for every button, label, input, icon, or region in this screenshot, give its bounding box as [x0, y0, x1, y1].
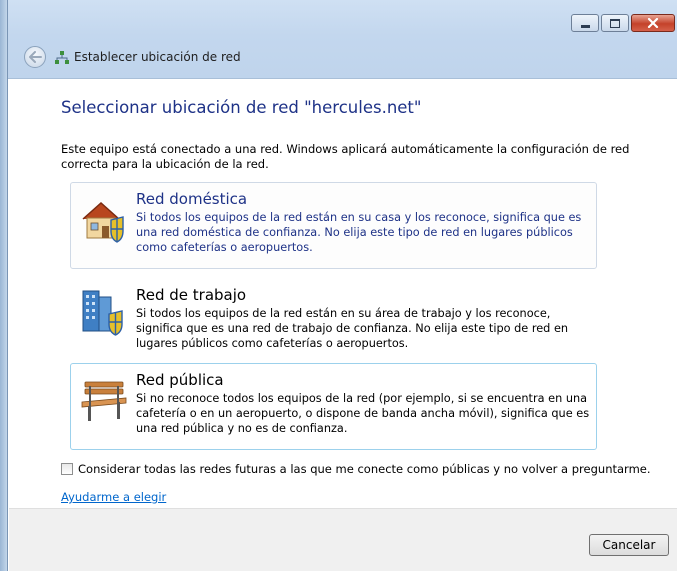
dialog-footer: Cancelar	[9, 508, 677, 571]
option-title: Red doméstica	[136, 190, 248, 208]
main-content: Seleccionar ubicación de red "hercules.n…	[9, 79, 677, 509]
page-title: Seleccionar ubicación de red "hercules.n…	[61, 98, 422, 117]
minimize-icon	[580, 24, 590, 28]
title-bar: Establecer ubicación de red	[8, 0, 677, 79]
dialog-window: Establecer ubicación de red Seleccionar …	[0, 0, 677, 571]
option-description: Si todos los equipos de la red están en …	[136, 211, 582, 254]
option-work-network[interactable]: Red de trabajo Si todos los equipos de l…	[70, 278, 597, 360]
treat-future-networks-public-checkbox[interactable]	[61, 463, 73, 475]
option-home-network[interactable]: Red doméstica Si todos los equipos de la…	[70, 182, 597, 269]
option-description: Si no reconoce todos los equipos de la r…	[136, 392, 590, 435]
option-title: Red pública	[136, 371, 224, 389]
caption-buttons	[569, 14, 675, 32]
home-network-icon	[82, 201, 124, 243]
back-button[interactable]	[24, 46, 46, 68]
public-networks-option: Considerar todas las redes futuras a las…	[61, 462, 651, 476]
work-network-icon	[82, 290, 123, 336]
window-title: Establecer ubicación de red	[74, 50, 241, 64]
checkbox-label[interactable]: Considerar todas las redes futuras a las…	[78, 462, 651, 476]
close-icon	[647, 18, 659, 28]
window-frame-left	[0, 0, 8, 571]
back-arrow-icon	[29, 51, 42, 63]
option-description: Si todos los equipos de la red están en …	[136, 307, 569, 350]
cancel-button[interactable]: Cancelar	[589, 534, 669, 556]
minimize-button[interactable]	[571, 14, 599, 32]
help-me-choose-link[interactable]: Ayudarme a elegir	[61, 490, 166, 504]
public-network-icon	[81, 381, 127, 421]
close-button[interactable]	[631, 14, 675, 32]
maximize-icon	[610, 18, 620, 28]
page-description: Este equipo está conectado a una red. Wi…	[61, 142, 630, 171]
network-icon	[55, 51, 69, 64]
option-title: Red de trabajo	[136, 286, 247, 304]
maximize-button[interactable]	[601, 14, 629, 32]
option-public-network[interactable]: Red pública Si no reconoce todos los equ…	[70, 363, 597, 450]
